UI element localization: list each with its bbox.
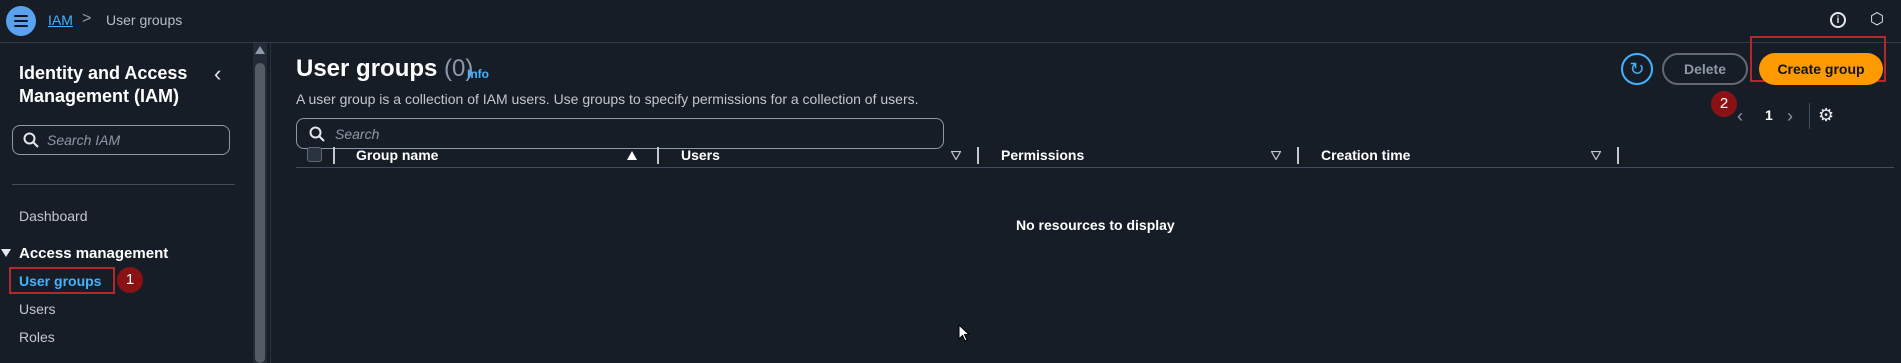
delete-button[interactable]: Delete bbox=[1662, 53, 1748, 85]
caret-down-icon[interactable] bbox=[1, 249, 11, 257]
column-separator bbox=[977, 147, 979, 164]
sidebar-item-dashboard[interactable]: Dashboard bbox=[19, 208, 88, 224]
search-icon bbox=[23, 132, 39, 148]
info-link[interactable]: Info bbox=[467, 67, 489, 81]
sort-ascending-icon[interactable] bbox=[627, 151, 637, 160]
sidebar-item-user-groups[interactable]: User groups bbox=[9, 267, 115, 294]
pager-divider bbox=[1809, 103, 1810, 129]
chevron-right-icon: > bbox=[82, 10, 92, 27]
column-separator bbox=[333, 147, 335, 164]
page-title: User groups (0) bbox=[296, 55, 474, 82]
scroll-up-icon[interactable] bbox=[255, 46, 265, 54]
sidebar-search-input[interactable]: Search IAM bbox=[12, 125, 230, 155]
top-navigation-bar: IAM > User groups i ⬡ bbox=[0, 0, 1901, 43]
sort-descending-icon[interactable] bbox=[1591, 151, 1601, 160]
sidebar-item-roles[interactable]: Roles bbox=[19, 329, 55, 345]
sidebar: Identity and Access Management (IAM) ‹ S… bbox=[0, 43, 250, 363]
mouse-cursor-icon bbox=[958, 324, 970, 342]
hamburger-menu-button[interactable] bbox=[6, 6, 36, 36]
column-separator bbox=[657, 147, 659, 164]
info-icon[interactable]: i bbox=[1830, 12, 1846, 28]
sort-descending-icon[interactable] bbox=[1271, 151, 1281, 160]
column-separator bbox=[1617, 147, 1619, 164]
sidebar-divider bbox=[12, 184, 235, 185]
gear-icon[interactable]: ⚙ bbox=[1818, 105, 1834, 126]
page-number[interactable]: 1 bbox=[1765, 107, 1773, 123]
collapse-sidebar-icon[interactable]: ‹ bbox=[214, 63, 221, 85]
column-separator bbox=[1297, 147, 1299, 164]
hamburger-icon bbox=[14, 15, 28, 17]
empty-table-message: No resources to display bbox=[1016, 217, 1175, 233]
main-content: User groups (0) Info A user group is a c… bbox=[271, 36, 1901, 363]
column-header-permissions[interactable]: Permissions bbox=[1001, 147, 1084, 163]
select-all-checkbox[interactable] bbox=[307, 147, 322, 162]
refresh-button[interactable]: ↻ bbox=[1621, 53, 1653, 85]
sidebar-section-access-management[interactable]: Access management bbox=[19, 245, 168, 262]
annotation-badge-1: 1 bbox=[117, 267, 143, 293]
sidebar-search-placeholder: Search IAM bbox=[47, 132, 121, 148]
column-header-group-name[interactable]: Group name bbox=[356, 147, 438, 163]
scrollbar-thumb[interactable] bbox=[255, 63, 265, 363]
sidebar-title: Identity and Access Management (IAM) bbox=[19, 63, 188, 106]
breadcrumb-iam-link[interactable]: IAM bbox=[48, 12, 73, 28]
create-group-button[interactable]: Create group bbox=[1759, 53, 1883, 85]
next-page-icon[interactable]: › bbox=[1787, 106, 1793, 127]
page-description: A user group is a collection of IAM user… bbox=[296, 91, 919, 107]
sidebar-scrollbar[interactable] bbox=[253, 43, 267, 363]
column-header-creation-time[interactable]: Creation time bbox=[1321, 147, 1410, 163]
breadcrumb-current: User groups bbox=[106, 12, 183, 28]
annotation-badge-2: 2 bbox=[1711, 91, 1737, 117]
previous-page-icon[interactable]: ‹ bbox=[1737, 106, 1743, 127]
table-header: Group name Users Permissions Creation ti… bbox=[296, 137, 1894, 168]
column-header-users[interactable]: Users bbox=[681, 147, 720, 163]
settings-hex-icon[interactable]: ⬡ bbox=[1868, 11, 1886, 29]
refresh-icon: ↻ bbox=[1629, 59, 1645, 79]
sidebar-item-users[interactable]: Users bbox=[19, 301, 56, 317]
sort-descending-icon[interactable] bbox=[951, 151, 961, 160]
